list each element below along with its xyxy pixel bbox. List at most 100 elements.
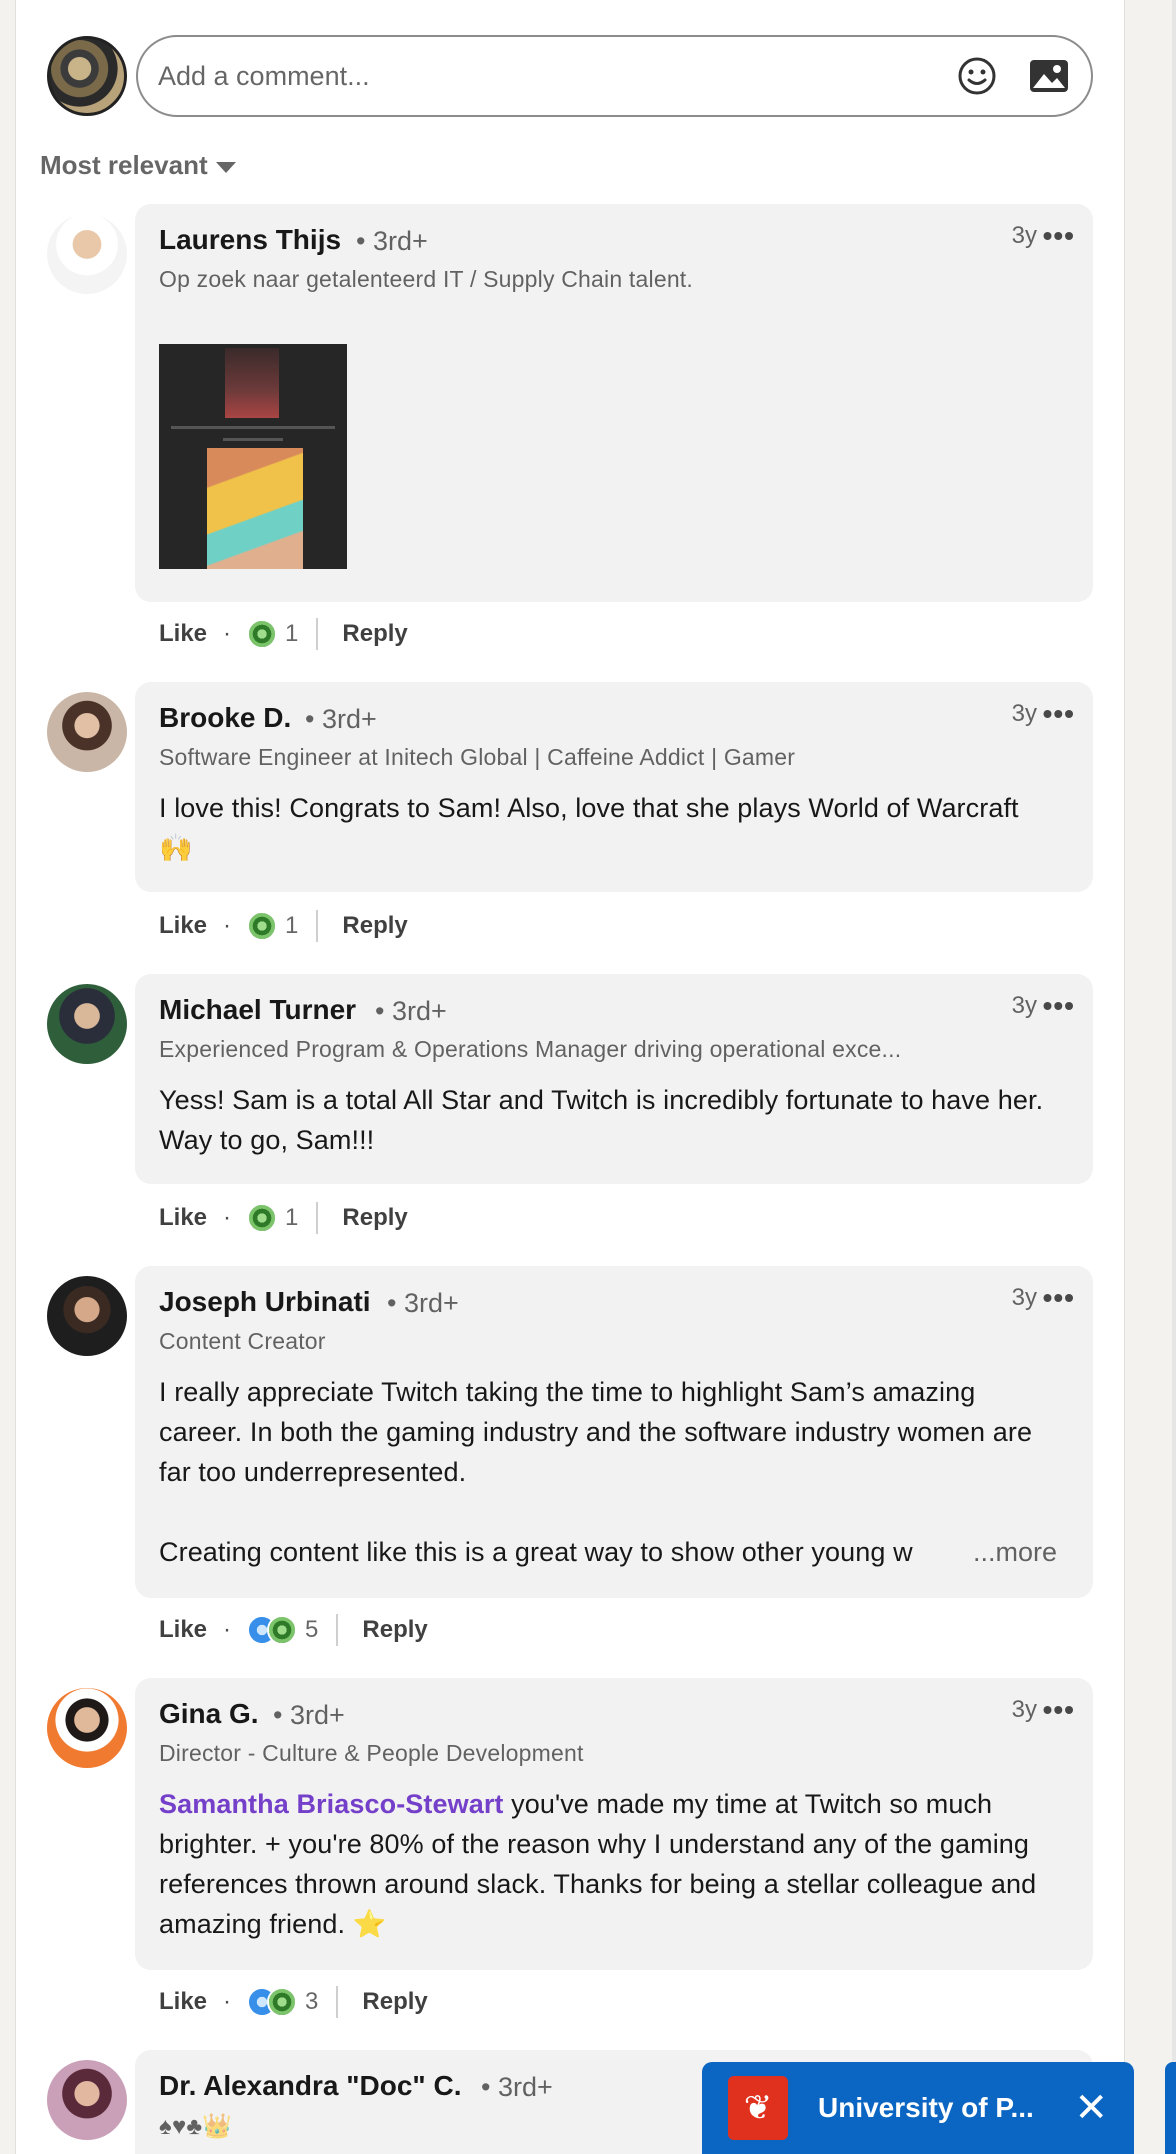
reaction-count[interactable]: 3 bbox=[305, 1988, 318, 2016]
separator-dot: · bbox=[223, 620, 232, 647]
connection-degree: • 3rd+ bbox=[387, 1288, 459, 1318]
divider bbox=[316, 910, 319, 942]
support-reaction-icon bbox=[247, 619, 278, 649]
comment-image[interactable] bbox=[159, 344, 347, 569]
connection-degree: • 3rd+ bbox=[273, 1700, 345, 1730]
reply-button[interactable]: Reply bbox=[362, 1616, 427, 1644]
image-photo-bottom bbox=[207, 448, 303, 569]
commenter-headline: Content Creator bbox=[159, 1328, 326, 1354]
comment-actions: Like · 5 Reply bbox=[159, 1614, 428, 1646]
reaction-count[interactable]: 1 bbox=[285, 912, 298, 940]
more-options-icon[interactable]: ••• bbox=[1043, 990, 1075, 1022]
reactions[interactable] bbox=[247, 911, 278, 941]
comment-time: 3y bbox=[1011, 992, 1037, 1019]
like-button[interactable]: Like bbox=[159, 912, 207, 940]
comment-time: 3y bbox=[1011, 222, 1037, 249]
connection-degree: • 3rd+ bbox=[305, 704, 377, 734]
support-reaction-icon bbox=[267, 1615, 298, 1645]
university-logo-icon: ❦ bbox=[728, 2076, 788, 2140]
comment-time: 3y bbox=[1011, 1284, 1037, 1311]
image-caption-line bbox=[223, 438, 283, 441]
comment-bubble: Michael Turner • 3rd+ 3y ••• Experienced… bbox=[135, 974, 1093, 1184]
comment-bubble: Brooke D. • 3rd+ 3y ••• Software Enginee… bbox=[135, 682, 1093, 892]
separator-dot: · bbox=[223, 912, 232, 939]
comment-text: Samantha Briasco-Stewart you've made my … bbox=[159, 1784, 1059, 1944]
reaction-count[interactable]: 1 bbox=[285, 620, 298, 648]
reactions[interactable] bbox=[247, 1203, 278, 1233]
avatar[interactable] bbox=[47, 984, 127, 1064]
reactions[interactable] bbox=[247, 1987, 298, 2017]
reply-button[interactable]: Reply bbox=[342, 620, 407, 648]
reaction-count[interactable]: 1 bbox=[285, 1204, 298, 1232]
avatar[interactable] bbox=[47, 1688, 127, 1768]
commenter-headline: Experienced Program & Operations Manager… bbox=[159, 1036, 902, 1062]
sort-label[interactable]: Most relevant bbox=[40, 150, 208, 181]
reactions[interactable] bbox=[247, 619, 278, 649]
avatar[interactable] bbox=[47, 2060, 127, 2140]
support-reaction-icon bbox=[247, 911, 278, 941]
commenter-headline: ♠♥♣👑 bbox=[159, 2113, 233, 2140]
mention-link[interactable]: Samantha Briasco-Stewart bbox=[159, 1789, 504, 1819]
like-button[interactable]: Like bbox=[159, 1988, 207, 2016]
messaging-title[interactable]: University of P... bbox=[818, 2092, 1074, 2124]
separator-dot: · bbox=[223, 1204, 232, 1231]
avatar[interactable] bbox=[47, 214, 127, 294]
commenter-name[interactable]: Gina G. bbox=[159, 1698, 259, 1730]
reaction-count[interactable]: 5 bbox=[305, 1616, 318, 1644]
comment-time: 3y bbox=[1011, 1696, 1037, 1723]
close-icon[interactable]: ✕ bbox=[1074, 2085, 1108, 2131]
image-photo-top bbox=[225, 348, 279, 418]
divider bbox=[336, 1614, 339, 1646]
emoji-icon[interactable] bbox=[955, 54, 999, 98]
commenter-name[interactable]: Laurens Thijs bbox=[159, 224, 341, 256]
comment-actions: Like · 3 Reply bbox=[159, 1986, 428, 2018]
comment-bubble: Joseph Urbinati • 3rd+ 3y ••• Content Cr… bbox=[135, 1266, 1093, 1598]
connection-degree: • 3rd+ bbox=[356, 226, 428, 256]
divider bbox=[316, 1202, 319, 1234]
image-icon[interactable] bbox=[1027, 54, 1071, 98]
commenter-headline: Director - Culture & People Development bbox=[159, 1740, 584, 1766]
comment-text: I really appreciate Twitch taking the ti… bbox=[159, 1377, 1033, 1487]
avatar[interactable] bbox=[47, 692, 127, 772]
caret-down-icon bbox=[215, 161, 236, 173]
more-options-icon[interactable]: ••• bbox=[1043, 220, 1075, 252]
comment-actions: Like · 1 Reply bbox=[159, 910, 408, 942]
comment-text-continued: Creating content like this is a great wa… bbox=[159, 1537, 913, 1567]
messaging-bar[interactable]: ❦ University of P... ✕ bbox=[702, 2062, 1134, 2154]
support-reaction-icon bbox=[267, 1987, 298, 2017]
commenter-name[interactable]: Brooke D. bbox=[159, 702, 291, 734]
like-button[interactable]: Like bbox=[159, 1204, 207, 1232]
more-options-icon[interactable]: ••• bbox=[1043, 698, 1075, 730]
image-caption-line bbox=[171, 426, 335, 429]
comment-text: I love this! Congrats to Sam! Also, love… bbox=[159, 793, 1019, 863]
commenter-name[interactable]: Dr. Alexandra "Doc" C. bbox=[159, 2070, 462, 2102]
reply-button[interactable]: Reply bbox=[342, 1204, 407, 1232]
more-options-icon[interactable]: ••• bbox=[1043, 1694, 1075, 1726]
divider bbox=[336, 1986, 339, 2018]
reply-button[interactable]: Reply bbox=[342, 912, 407, 940]
comment-placeholder[interactable]: Add a comment... bbox=[158, 61, 927, 92]
reply-button[interactable]: Reply bbox=[362, 1988, 427, 2016]
right-column-edge bbox=[1172, 0, 1176, 2154]
comment-actions: Like · 1 Reply bbox=[159, 618, 408, 650]
sort-dropdown[interactable]: Most relevant bbox=[40, 150, 236, 181]
like-button[interactable]: Like bbox=[159, 620, 207, 648]
see-more-link[interactable]: ...more bbox=[973, 1532, 1057, 1572]
avatar[interactable] bbox=[47, 1276, 127, 1356]
commenter-name[interactable]: Joseph Urbinati bbox=[159, 1286, 371, 1318]
more-options-icon[interactable]: ••• bbox=[1043, 1282, 1075, 1314]
comment-bubble: Gina G. • 3rd+ 3y ••• Director - Culture… bbox=[135, 1678, 1093, 1970]
comment-bubble: Laurens Thijs • 3rd+ 3y ••• Op zoek naar… bbox=[135, 204, 1093, 602]
separator-dot: · bbox=[223, 1988, 232, 2015]
connection-degree: • 3rd+ bbox=[481, 2072, 553, 2102]
commenter-headline: Op zoek naar getalenteerd IT / Supply Ch… bbox=[159, 266, 693, 292]
comment-actions: Like · 1 Reply bbox=[159, 1202, 408, 1234]
commenter-headline: Software Engineer at Initech Global | Ca… bbox=[159, 744, 796, 770]
support-reaction-icon bbox=[247, 1203, 278, 1233]
reactions[interactable] bbox=[247, 1615, 298, 1645]
like-button[interactable]: Like bbox=[159, 1616, 207, 1644]
messaging-bar-edge[interactable] bbox=[1165, 2062, 1176, 2154]
commenter-name[interactable]: Michael Turner bbox=[159, 994, 356, 1026]
current-user-avatar[interactable] bbox=[47, 36, 127, 116]
comment-input[interactable]: Add a comment... bbox=[136, 35, 1093, 117]
